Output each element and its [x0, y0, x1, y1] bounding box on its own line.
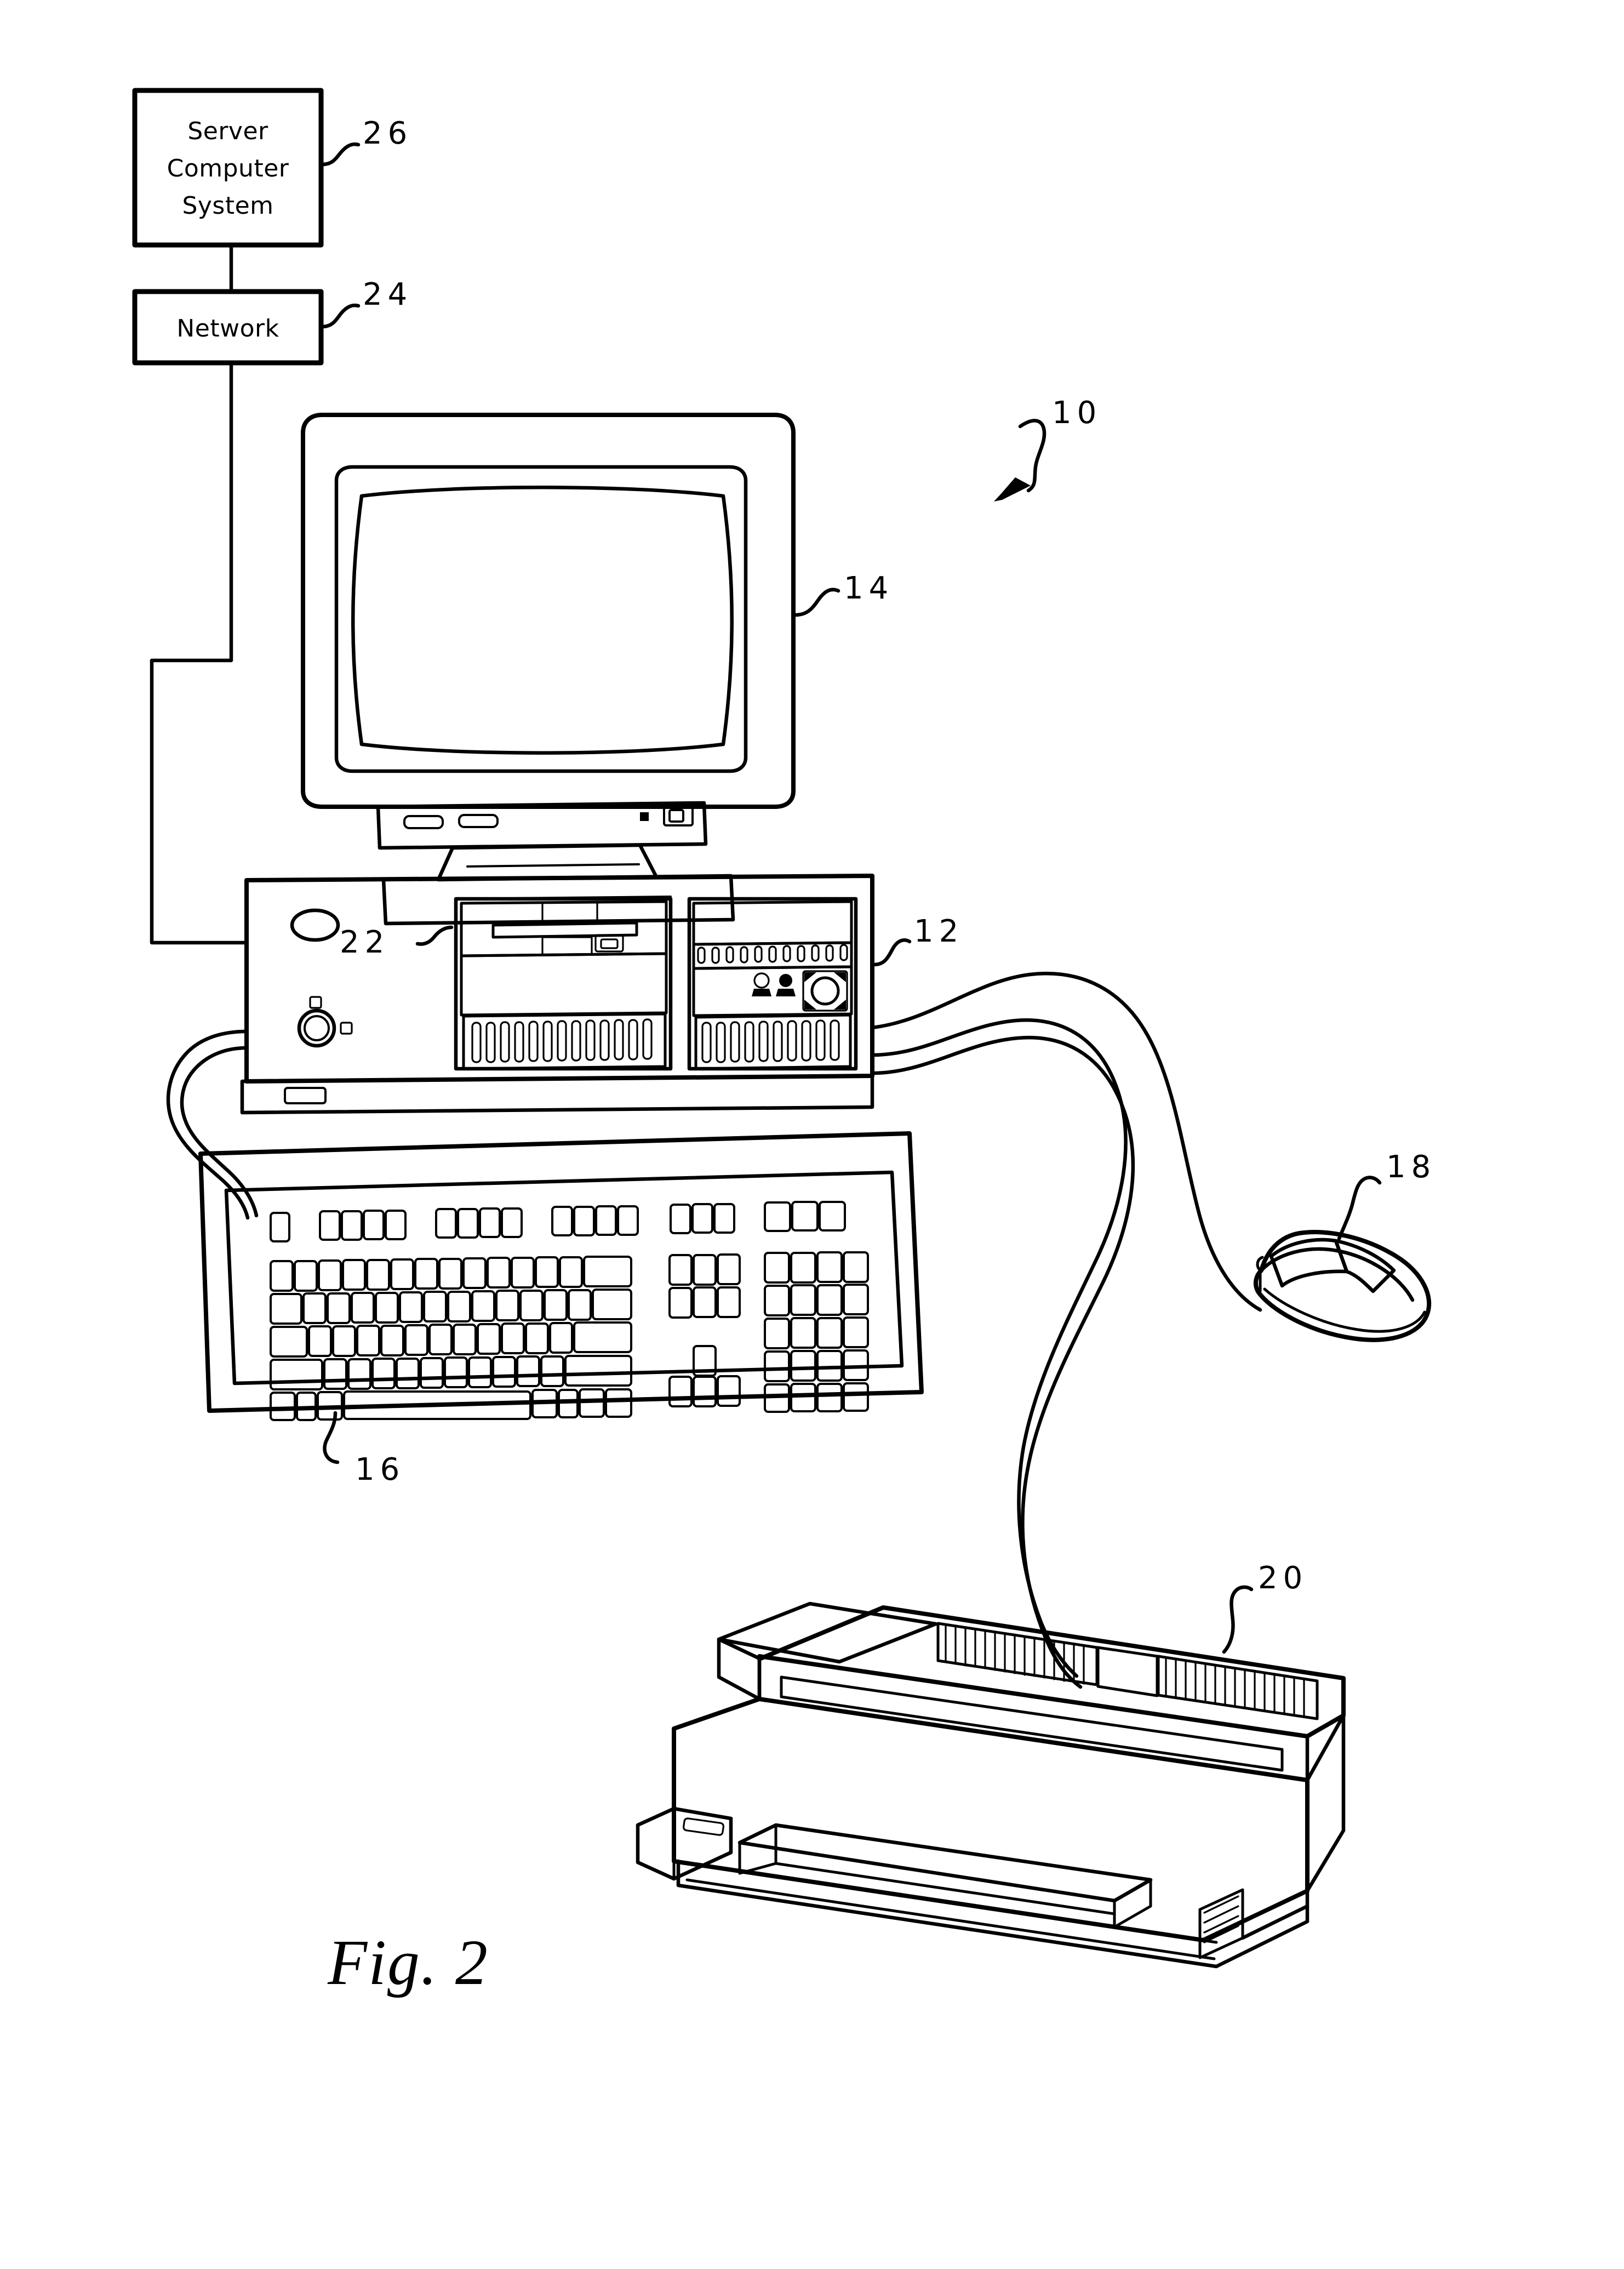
server-block-label-line2: Computer: [167, 155, 289, 183]
ref-16-label: 16: [355, 1452, 405, 1487]
ref-18-label: 18: [1386, 1149, 1436, 1185]
ref-20-label: 20: [1258, 1560, 1308, 1596]
server-block-label-line3: System: [182, 192, 273, 220]
ref-24-label: 24: [363, 277, 413, 312]
ref-14-label: 14: [844, 571, 894, 606]
ref-12-label: 12: [914, 914, 964, 949]
network-block-label: Network: [176, 315, 279, 343]
server-block-label-line1: Server: [187, 117, 268, 145]
figure-caption: Fig. 2: [327, 1926, 489, 1998]
ref-22-label: 22: [340, 925, 390, 960]
monitor-power-led: [640, 812, 649, 821]
ref-10-label: 10: [1052, 395, 1102, 431]
patent-drawing-figure-2: Server Computer System 26 Network 24 10: [0, 0, 1624, 2269]
ref-26-label: 26: [363, 116, 413, 151]
patent-figure-sheet: Server Computer System 26 Network 24 10: [0, 0, 1624, 2269]
